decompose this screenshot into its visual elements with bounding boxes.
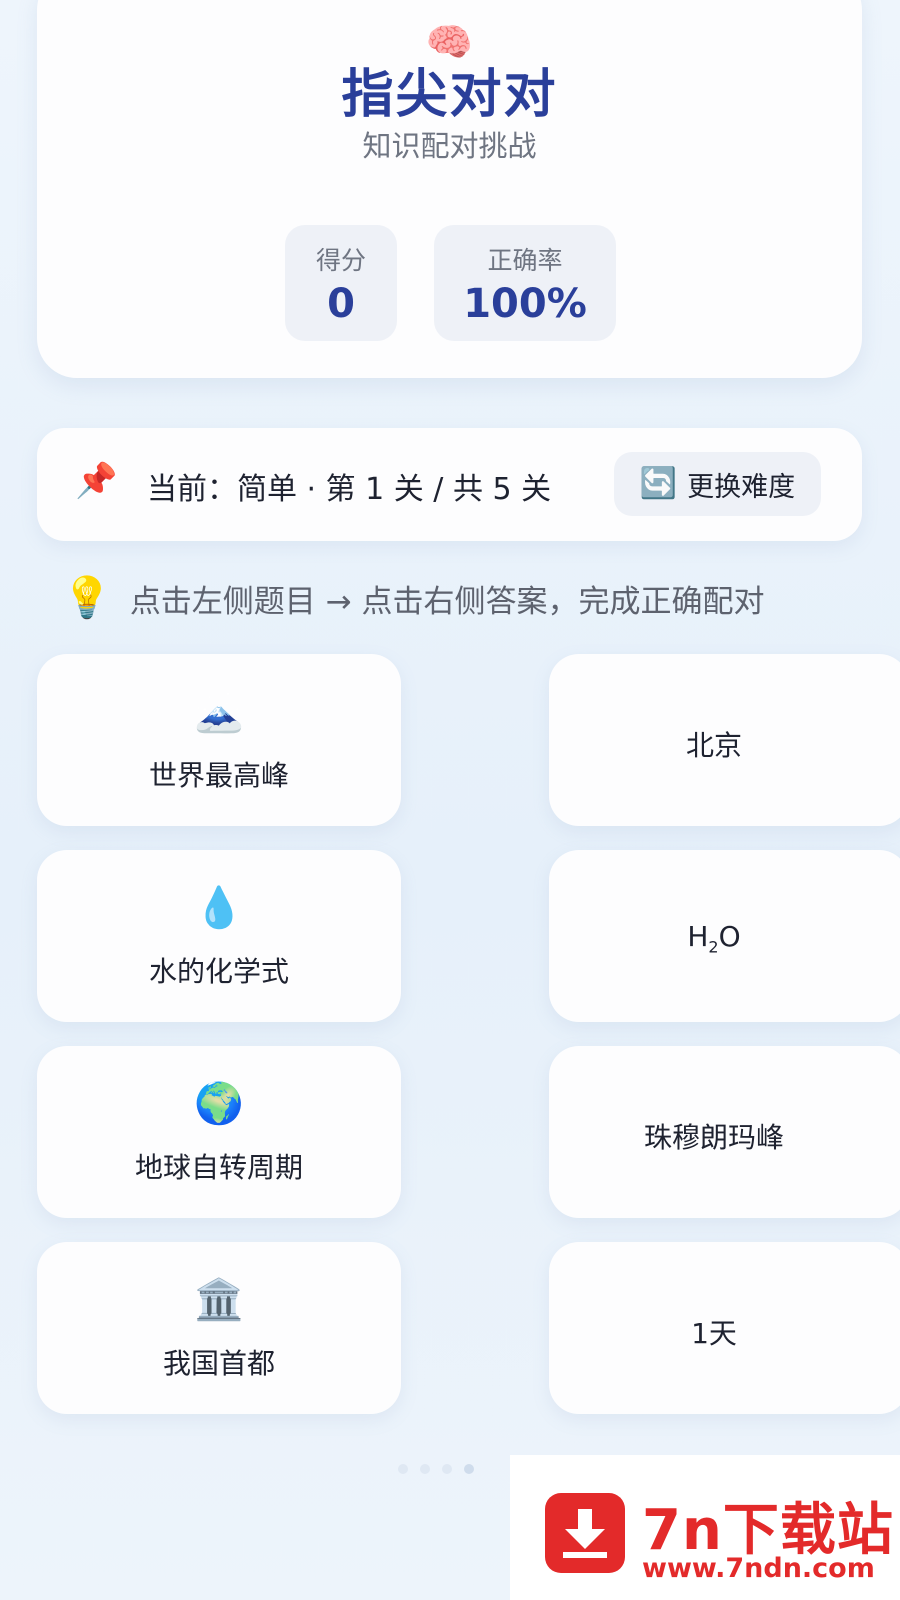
instruction-hint: 💡 点击左侧题目 → 点击右侧答案，完成正确配对 xyxy=(62,573,765,623)
page-dot xyxy=(442,1464,452,1474)
site-watermark: 7n下载站 www.7ndn.com xyxy=(510,1455,900,1600)
header-card: 🧠 指尖对对 知识配对挑战 得分 0 正确率 100% xyxy=(37,0,862,378)
answer-card-1[interactable]: 北京 xyxy=(549,654,900,826)
page-dot xyxy=(398,1464,408,1474)
accuracy-label: 正确率 xyxy=(487,246,563,275)
mountain-icon: 🗻 xyxy=(194,689,244,735)
change-difficulty-label: 更换难度 xyxy=(687,471,796,503)
formula-base: H xyxy=(687,920,709,953)
answer-card-4[interactable]: 1天 xyxy=(549,1242,900,1414)
answer-text: H2O xyxy=(549,920,900,957)
question-card-4[interactable]: 🏛️ 我国首都 xyxy=(37,1242,401,1414)
answer-text: 珠穆朗玛峰 xyxy=(643,1121,784,1154)
light-bulb-icon: 💡 xyxy=(62,575,112,621)
question-card-1[interactable]: 🗻 世界最高峰 xyxy=(37,654,401,826)
accuracy-box: 正确率 100% xyxy=(434,225,616,341)
answer-text: 1天 xyxy=(691,1317,737,1350)
answer-card-3[interactable]: 珠穆朗玛峰 xyxy=(549,1046,900,1218)
score-value: 0 xyxy=(327,281,355,327)
level-bar: 📌 当前：简单 · 第 1 关 / 共 5 关 🔄 更换难度 xyxy=(37,428,862,541)
refresh-icon: 🔄 xyxy=(639,466,678,501)
hint-text: 点击左侧题目 → 点击右侧答案，完成正确配对 xyxy=(129,583,765,620)
score-box: 得分 0 xyxy=(285,225,397,341)
app-title: 指尖对对 xyxy=(341,65,558,125)
question-card-3[interactable]: 🌍 地球自转周期 xyxy=(37,1046,401,1218)
question-text: 地球自转周期 xyxy=(134,1151,303,1184)
watermark-url: www.7ndn.com xyxy=(642,1553,875,1584)
download-logo-icon xyxy=(545,1493,625,1573)
classical-building-icon: 🏛️ xyxy=(194,1277,244,1323)
question-card-2[interactable]: 💧 水的化学式 xyxy=(37,850,401,1022)
water-drop-icon: 💧 xyxy=(194,885,244,931)
app-subtitle: 知识配对挑战 xyxy=(362,129,537,163)
globe-icon: 🌍 xyxy=(194,1081,244,1127)
page-dot-active xyxy=(464,1464,474,1474)
change-difficulty-button[interactable]: 🔄 更换难度 xyxy=(614,452,821,516)
page-dot xyxy=(420,1464,430,1474)
accuracy-value: 100% xyxy=(463,281,587,327)
formula-subscript: 2 xyxy=(708,937,719,957)
question-text: 水的化学式 xyxy=(148,955,289,988)
formula-tail: O xyxy=(718,920,741,953)
page-indicator xyxy=(398,1464,474,1474)
question-text: 世界最高峰 xyxy=(148,759,289,792)
answer-text: 北京 xyxy=(685,729,742,762)
score-label: 得分 xyxy=(315,246,366,275)
level-status-text: 当前：简单 · 第 1 关 / 共 5 关 xyxy=(147,472,552,507)
answer-card-2[interactable]: H2O xyxy=(549,850,900,1022)
pushpin-icon: 📌 xyxy=(75,461,118,501)
question-text: 我国首都 xyxy=(162,1347,275,1380)
